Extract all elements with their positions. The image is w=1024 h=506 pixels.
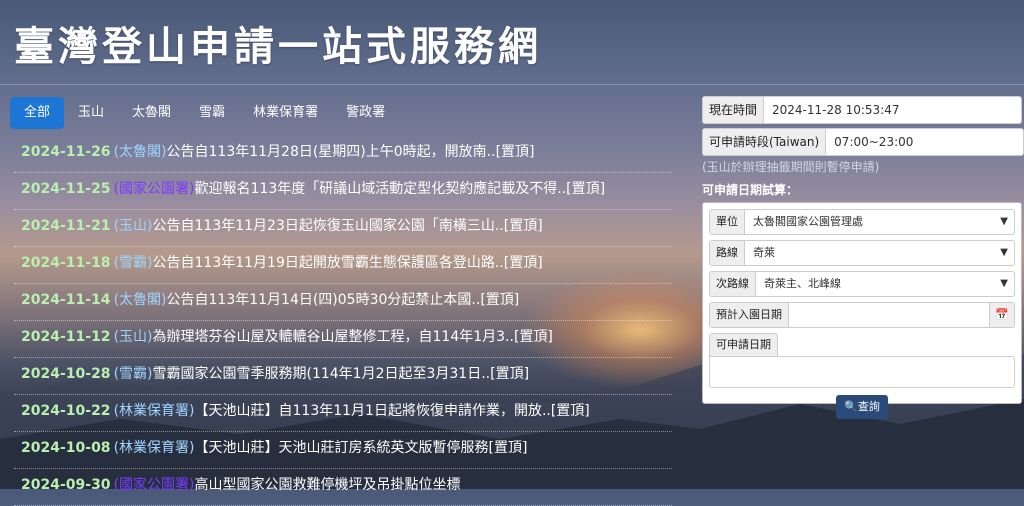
current-time-row: 現在時間 2024-11-28 10:53:47 — [702, 96, 1022, 124]
current-time-value: 2024-11-28 10:53:47 — [772, 103, 900, 117]
news-item[interactable]: 2024-10-22 (林業保育署)【天池山莊】自113年11月1日起將恢復申請作… — [14, 395, 672, 432]
news-unit: (雪霸) — [113, 366, 153, 382]
unit-label: 單位 — [710, 210, 745, 234]
route-label: 路線 — [710, 241, 745, 265]
news-item[interactable]: 2024-11-12 (玉山)為辦理塔芬谷山屋及轆轆谷山屋整修工程，自114年1月… — [14, 321, 672, 358]
news-date: 2024-11-12 — [21, 329, 111, 345]
pinned-tag: [置頂] — [550, 403, 590, 419]
news-unit: (林業保育署) — [113, 440, 195, 456]
news-title-link[interactable]: 【天池山莊】自113年11月1日起將恢復申請作業，開放.. — [195, 403, 551, 419]
pinned-tag: [置頂] — [480, 292, 520, 308]
site-header: 臺灣登山申請一站式服務網 — [0, 0, 1024, 85]
entry-date-field: 預計入園日期 📅 — [709, 302, 1015, 328]
news-item[interactable]: 2024-11-14 (太魯閣)公告自113年11月14日(四)05時30分起禁止… — [14, 284, 672, 321]
news-date: 2024-10-22 — [21, 403, 111, 419]
available-date-output — [709, 356, 1015, 388]
tab-taroko[interactable]: 太魯閣 — [118, 97, 185, 129]
route-select-value: 奇萊 — [753, 246, 775, 259]
news-title-link[interactable]: 雪霸國家公園雪季服務期(114年1月2日起至3月31日.. — [153, 366, 491, 382]
apply-hours-value: 07:00~23:00 — [834, 135, 914, 149]
news-date: 2024-10-28 — [21, 366, 111, 382]
route-field: 路線 奇萊 ▼ — [709, 240, 1015, 266]
calendar-icon[interactable]: 📅 — [989, 303, 1014, 327]
pinned-tag: [置頂] — [503, 255, 543, 271]
news-unit: (雪霸) — [113, 255, 153, 271]
tab-shei-pa[interactable]: 雪霸 — [185, 97, 239, 129]
route-select[interactable]: 奇萊 ▼ — [745, 241, 1014, 265]
news-date: 2024-11-25 — [21, 181, 111, 197]
news-title-link[interactable]: 歡迎報名113年度「研議山域活動定型化契約應記載及不得.. — [195, 181, 567, 197]
news-item[interactable]: 2024-11-18 (雪霸)公告自113年11月19日起開放雪霸生態保護區各登山… — [14, 247, 672, 284]
unit-select[interactable]: 太魯閣國家公園管理處 ▼ — [745, 210, 1014, 234]
news-date: 2024-10-08 — [21, 440, 111, 456]
news-unit: (玉山) — [113, 218, 153, 234]
news-title-link[interactable]: 公告自113年11月23日起恢復玉山國家公園「南橫三山.. — [153, 218, 504, 234]
available-date-label: 可申請日期 — [709, 333, 778, 356]
current-time-label: 現在時間 — [703, 97, 765, 123]
news-date: 2024-11-14 — [21, 292, 111, 308]
news-unit: (太魯閣) — [113, 144, 167, 160]
pinned-tag: [置頂] — [503, 218, 543, 234]
chevron-down-icon: ▼ — [1000, 278, 1008, 289]
news-item[interactable]: 2024-11-25 (國家公園署)歡迎報名113年度「研議山域活動定型化契約應記… — [14, 173, 672, 210]
tab-yushan[interactable]: 玉山 — [64, 97, 118, 129]
news-title-link[interactable]: 【天池山莊】天池山莊訂房系統英文版暫停服務 — [195, 440, 489, 456]
query-button-label: 查詢 — [857, 400, 880, 413]
news-item[interactable]: 2024-10-08 (林業保育署)【天池山莊】天池山莊訂房系統英文版暫停服務[置… — [14, 432, 672, 469]
news-item[interactable]: 2024-09-30 (國家公園署)高山型國家公園救難停機坪及吊掛點位坐標 — [14, 469, 672, 506]
apply-hours-label: 可申請時段(Taiwan) — [703, 129, 827, 155]
tab-forestry[interactable]: 林業保育署 — [239, 97, 332, 129]
tab-police[interactable]: 警政署 — [332, 97, 399, 129]
entry-date-input[interactable] — [789, 303, 989, 327]
news-date: 2024-09-30 — [21, 477, 111, 493]
search-icon: 🔍 — [844, 400, 858, 413]
news-title-link[interactable]: 公告自113年11月28日(星期四)上午0時起，開放南.. — [167, 144, 496, 160]
unit-tabs: 全部 玉山 太魯閣 雪霸 林業保育署 警政署 — [10, 97, 399, 129]
entry-date-label: 預計入園日期 — [710, 303, 789, 327]
news-title-link[interactable]: 高山型國家公園救難停機坪及吊掛點位坐標 — [195, 477, 461, 493]
news-item[interactable]: 2024-11-21 (玉山)公告自113年11月23日起恢復玉山國家公園「南橫三… — [14, 210, 672, 247]
date-calculator-title: 可申請日期試算： — [702, 183, 799, 197]
news-title-link[interactable]: 公告自113年11月19日起開放雪霸生態保護區各登山路.. — [153, 255, 504, 271]
news-unit: (國家公園署) — [113, 181, 195, 197]
news-unit: (太魯閣) — [113, 292, 167, 308]
pinned-tag: [置頂] — [566, 181, 606, 197]
unit-select-value: 太魯閣國家公園管理處 — [753, 215, 863, 228]
query-button[interactable]: 🔍查詢 — [836, 395, 888, 419]
news-unit: (國家公園署) — [113, 477, 195, 493]
lottery-note: (玉山於辦理抽籤期間則暫停申請) — [702, 160, 880, 174]
pinned-tag: [置頂] — [513, 329, 553, 345]
unit-field: 單位 太魯閣國家公園管理處 ▼ — [709, 209, 1015, 235]
subroute-label: 次路線 — [710, 272, 756, 296]
tab-all[interactable]: 全部 — [10, 97, 65, 129]
news-item[interactable]: 2024-11-26 (太魯閣)公告自113年11月28日(星期四)上午0時起，開… — [14, 136, 672, 173]
news-unit: (玉山) — [113, 329, 153, 345]
side-panel: 現在時間 2024-11-28 10:53:47 可申請時段(Taiwan) 0… — [702, 96, 1024, 419]
chevron-down-icon: ▼ — [1000, 247, 1008, 258]
news-title-link[interactable]: 公告自113年11月14日(四)05時30分起禁止本國.. — [167, 292, 481, 308]
pinned-tag: [置頂] — [490, 366, 530, 382]
apply-hours-row: 可申請時段(Taiwan) 07:00~23:00 — [702, 128, 1024, 156]
news-item[interactable]: 2024-10-28 (雪霸)雪霸國家公園雪季服務期(114年1月2日起至3月31… — [14, 358, 672, 395]
news-date: 2024-11-26 — [21, 144, 111, 160]
subroute-field: 次路線 奇萊主、北峰線 ▼ — [709, 271, 1015, 297]
news-unit: (林業保育署) — [113, 403, 195, 419]
news-list: 2024-11-26 (太魯閣)公告自113年11月28日(星期四)上午0時起，開… — [14, 136, 672, 506]
chevron-down-icon: ▼ — [1000, 216, 1008, 227]
news-date: 2024-11-18 — [21, 255, 111, 271]
subroute-select-value: 奇萊主、北峰線 — [764, 277, 841, 290]
subroute-select[interactable]: 奇萊主、北峰線 ▼ — [756, 272, 1014, 296]
site-title: 臺灣登山申請一站式服務網 — [14, 24, 542, 70]
date-calculator: 單位 太魯閣國家公園管理處 ▼ 路線 奇萊 ▼ 次路線 奇萊主、北峰線 ▼ 預計入園日… — [702, 202, 1022, 419]
news-date: 2024-11-21 — [21, 218, 111, 234]
pinned-tag: [置頂] — [488, 440, 528, 456]
news-title-link[interactable]: 為辦理塔芬谷山屋及轆轆谷山屋整修工程，自114年1月3.. — [153, 329, 514, 345]
pinned-tag: [置頂] — [495, 144, 535, 160]
